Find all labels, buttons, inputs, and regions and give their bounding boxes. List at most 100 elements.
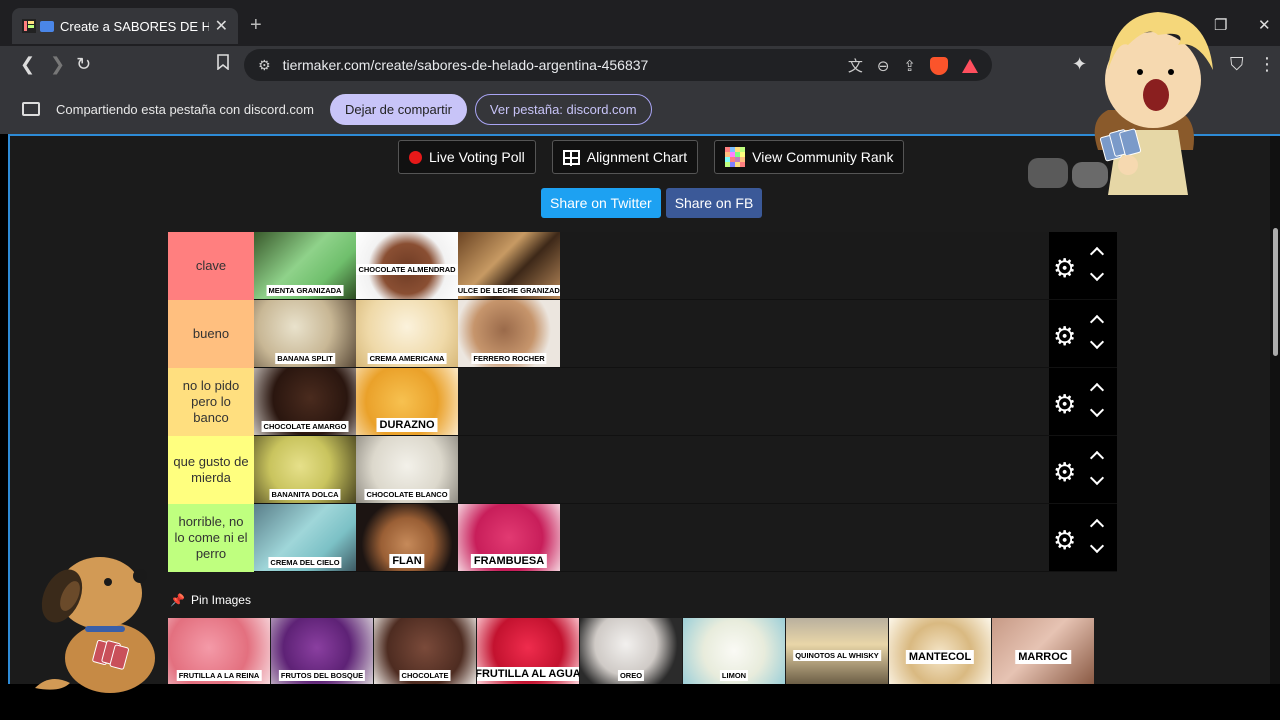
screen-share-icon	[40, 20, 54, 32]
community-rank-label: View Community Rank	[752, 149, 894, 165]
tier-items-dropzone[interactable]: BANANA SPLIT CREMA AMERICANA FERRERO ROCHE…	[254, 300, 1049, 367]
zoom-icon[interactable]: ⊖	[877, 57, 890, 75]
gear-icon[interactable]: ⚙	[1053, 457, 1076, 488]
tier-item-card[interactable]: CHOCOLATE ALMENDRAD	[356, 232, 458, 299]
tier-item-card[interactable]: CHOCOLATE BLANCO	[356, 436, 458, 503]
tier-item-card[interactable]: BANANA SPLIT	[254, 300, 356, 367]
tier-items-dropzone[interactable]: CREMA DEL CIELO FLAN FRAMBUESA	[254, 504, 1049, 571]
tier-row: no lo pido pero lo banco CHOCOLATE AMARGO…	[168, 368, 1117, 436]
forward-arrow-icon[interactable]: ❯	[50, 54, 65, 75]
tier-item-label: FRAMBUESA	[470, 554, 548, 568]
tier-item-card[interactable]: FRAMBUESA	[458, 504, 560, 571]
cartoon-boy-sticker	[1028, 0, 1228, 200]
record-dot-icon	[409, 150, 422, 164]
pool-item-card[interactable]: LIMON	[683, 618, 785, 684]
gear-icon[interactable]: ⚙	[1053, 389, 1076, 420]
live-voting-label: Live Voting Poll	[429, 149, 525, 165]
pin-images-toggle[interactable]: 📌 Pin Images	[170, 593, 251, 607]
pool-item-label: QUINOTOS AL WHISKY	[793, 650, 881, 661]
close-window-icon[interactable]: ✕	[1258, 16, 1271, 34]
tier-item-card[interactable]: FERRERO ROCHER	[458, 300, 560, 367]
image-pool: FRUTILLA A LA REINA FRUTOS DEL BOSQUE CHOC…	[168, 618, 1094, 684]
share-icon[interactable]: ⇪	[903, 57, 916, 75]
gear-icon[interactable]: ⚙	[1053, 525, 1076, 556]
pool-item-card[interactable]: FRUTILLA A LA REINA	[168, 618, 270, 684]
tier-controls: ⚙	[1049, 300, 1117, 367]
menu-icon[interactable]: ⋮	[1258, 54, 1276, 75]
move-down-icon[interactable]	[1089, 538, 1105, 554]
move-down-icon[interactable]	[1089, 266, 1105, 282]
tier-item-card[interactable]: CREMA DEL CIELO	[254, 504, 356, 571]
share-twitter-button[interactable]: Share on Twitter	[541, 188, 661, 218]
pool-item-card[interactable]: QUINOTOS AL WHISKY	[786, 618, 888, 684]
tier-mosaic-icon	[725, 147, 746, 167]
move-down-icon[interactable]	[1089, 470, 1105, 486]
tier-item-label: CHOCOLATE AMARGO	[261, 421, 349, 432]
tier-controls: ⚙	[1049, 504, 1117, 571]
pool-item-card[interactable]: OREO	[580, 618, 682, 684]
tier-label[interactable]: no lo pido pero lo banco	[168, 368, 254, 436]
brave-shield-icon[interactable]	[930, 56, 948, 75]
site-info-icon[interactable]: ⚙	[258, 57, 271, 74]
move-up-icon[interactable]	[1089, 450, 1105, 466]
pool-item-card[interactable]: FRUTILLA AL AGUA	[477, 618, 579, 684]
pool-item-label: FRUTILLA AL AGUA	[477, 667, 579, 681]
tier-item-card[interactable]: DURAZNO	[356, 368, 458, 435]
tier-item-label: BANANITA DOLCA	[269, 489, 341, 500]
tier-item-label: FLAN	[389, 554, 425, 568]
tier-controls: ⚙	[1049, 368, 1117, 435]
pool-item-card[interactable]: MANTECOL	[889, 618, 991, 684]
url-text[interactable]: tiermaker.com/create/sabores-de-helado-a…	[283, 57, 649, 73]
tier-item-label: DULCE DE LECHE GRANIZADO	[458, 285, 560, 296]
view-tab-button[interactable]: Ver pestaña: discord.com	[474, 93, 652, 125]
scrollbar-track[interactable]	[1270, 136, 1280, 684]
grid-icon	[562, 149, 580, 166]
tier-item-card[interactable]: CHOCOLATE AMARGO	[254, 368, 356, 435]
tier-item-card[interactable]: FLAN	[356, 504, 458, 571]
move-down-icon[interactable]	[1089, 334, 1105, 350]
gear-icon[interactable]: ⚙	[1053, 253, 1076, 284]
tier-label[interactable]: bueno	[168, 300, 254, 368]
tier-items-dropzone[interactable]: CHOCOLATE AMARGO DURAZNO	[254, 368, 1049, 435]
pool-item-card[interactable]: CHOCOLATE	[374, 618, 476, 684]
bookmark-icon[interactable]	[216, 54, 230, 75]
tier-controls: ⚙	[1049, 436, 1117, 503]
stop-sharing-button[interactable]: Dejar de compartir	[329, 93, 467, 125]
close-tab-icon[interactable]: ✕	[215, 16, 228, 36]
live-voting-button[interactable]: Live Voting Poll	[398, 140, 536, 174]
tier-item-card[interactable]: CREMA AMERICANA	[356, 300, 458, 367]
pool-item-card[interactable]: MARROC	[992, 618, 1094, 684]
back-arrow-icon[interactable]: ❮	[20, 54, 35, 75]
community-rank-button[interactable]: View Community Rank	[714, 140, 905, 174]
alignment-chart-button[interactable]: Alignment Chart	[551, 140, 699, 174]
pool-item-label: LIMON	[719, 670, 749, 681]
move-down-icon[interactable]	[1089, 402, 1105, 418]
brave-rewards-icon[interactable]	[962, 58, 978, 73]
active-tab[interactable]: Create a SABORES DE HELADO ✕	[12, 8, 238, 44]
move-up-icon[interactable]	[1089, 314, 1105, 330]
reload-icon[interactable]: ↻	[76, 54, 91, 75]
omnibox[interactable]: ⚙ tiermaker.com/create/sabores-de-helado…	[244, 49, 992, 81]
tier-item-card[interactable]: MENTA GRANIZADA	[254, 232, 356, 299]
tier-items-dropzone[interactable]: MENTA GRANIZADA CHOCOLATE ALMENDRADDULCE …	[254, 232, 1049, 299]
vpn-icon[interactable]: ⛉	[1230, 54, 1244, 75]
move-up-icon[interactable]	[1089, 382, 1105, 398]
tier-item-label: CHOCOLATE ALMENDRAD	[356, 264, 458, 275]
tier-label[interactable]: que gusto de mierda	[168, 436, 254, 504]
tier-item-card[interactable]: DULCE DE LECHE GRANIZADO	[458, 232, 560, 299]
tier-item-label: FERRERO ROCHER	[471, 353, 547, 364]
move-up-icon[interactable]	[1089, 518, 1105, 534]
gear-icon[interactable]: ⚙	[1053, 321, 1076, 352]
pool-item-card[interactable]: FRUTOS DEL BOSQUE	[271, 618, 373, 684]
tier-item-label: CREMA DEL CIELO	[268, 557, 342, 568]
move-up-icon[interactable]	[1089, 246, 1105, 262]
tier-items-dropzone[interactable]: BANANITA DOLCA CHOCOLATE BLANCO	[254, 436, 1049, 503]
tier-row: que gusto de mierda BANANITA DOLCA CHOCOLA…	[168, 436, 1117, 504]
new-tab-icon[interactable]: +	[250, 14, 262, 37]
share-fb-button[interactable]: Share on FB	[665, 188, 763, 218]
scrollbar-thumb[interactable]	[1273, 228, 1278, 356]
tier-label[interactable]: clave	[168, 232, 254, 300]
tier-item-card[interactable]: BANANITA DOLCA	[254, 436, 356, 503]
translate-icon[interactable]: 文	[848, 55, 863, 76]
tier-label[interactable]: horrible, no lo come ni el perro	[168, 504, 254, 572]
